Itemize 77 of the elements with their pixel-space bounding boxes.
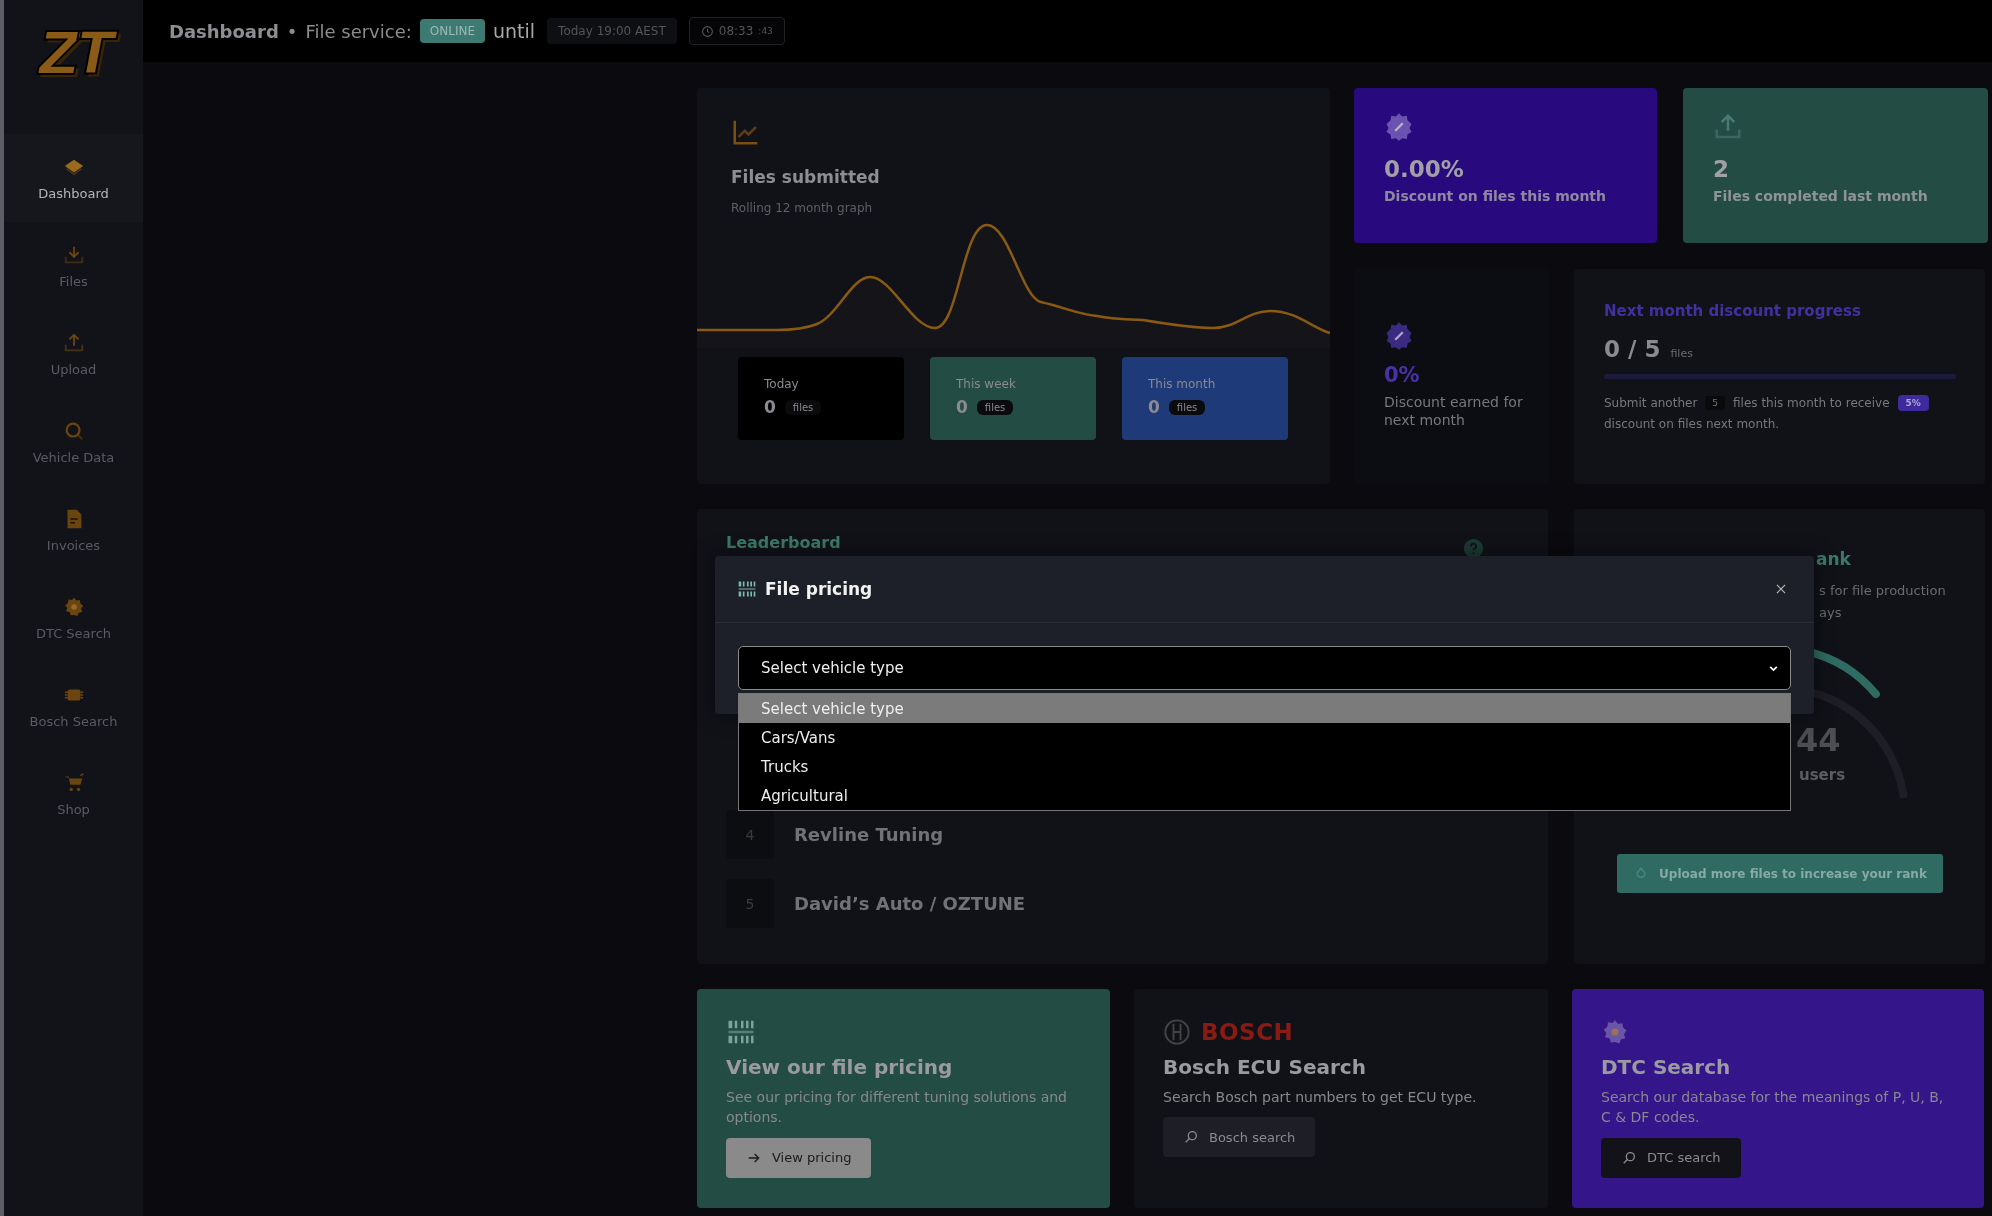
time-chip: Today 19:00 AEST — [547, 18, 677, 44]
rank-unit: users — [1799, 766, 1846, 784]
stat-value: 0.00% — [1384, 156, 1465, 182]
rank-value: 44 — [1796, 721, 1841, 759]
team-name: Revline Tuning — [794, 824, 944, 845]
separator-dot: • — [286, 20, 298, 42]
card-title: DTC Search — [1601, 1055, 1732, 1079]
stat-value: 0 — [764, 397, 776, 417]
sidebar-item[interactable]: Files — [4, 222, 143, 310]
gear-icon — [1601, 1018, 1629, 1046]
select-field[interactable]: Select vehicle type — [738, 646, 1791, 690]
card-description: See our pricing for different tuning solutions and options. — [726, 1088, 1068, 1128]
status-badge: ONLINE — [419, 19, 485, 43]
dropdown-option[interactable]: Trucks — [739, 752, 1790, 781]
stat-label: Discount on files this month — [1384, 188, 1607, 204]
sidebar-item[interactable]: Shop — [4, 750, 143, 838]
dropdown-option[interactable]: Select vehicle type — [739, 694, 1790, 723]
percent-badge: 5% — [1897, 395, 1929, 411]
search-icon — [1621, 1149, 1637, 1166]
service-label: File service: — [305, 20, 412, 42]
stat-label: Files completed last month — [1713, 188, 1929, 204]
clock-time: 08:33 — [718, 24, 754, 38]
sidebar-item[interactable]: Upload — [4, 310, 143, 398]
progress-count: 0 / 5 — [1604, 336, 1661, 362]
action-button[interactable]: Bosch search — [1163, 1117, 1316, 1158]
stat-label: Today — [764, 377, 800, 391]
sidebar-item[interactable]: DTC Search — [4, 574, 143, 662]
note-text: files this month to receive — [1733, 396, 1890, 410]
stat-value: 0 — [1148, 397, 1160, 417]
card-subtitle: Rolling 12 month graph — [731, 201, 874, 215]
upload-icon — [62, 331, 85, 354]
logo[interactable]: ZT — [30, 20, 117, 88]
badge-icon — [1384, 321, 1414, 351]
badge-icon — [1384, 112, 1414, 142]
sidebar-item[interactable]: Invoices — [4, 486, 143, 574]
sidebar-item[interactable]: Bosch Search — [4, 662, 143, 750]
unit-badge: files — [976, 399, 1014, 415]
count-badge: 5 — [1705, 396, 1726, 410]
clock-icon — [700, 24, 714, 38]
team-name: David’s Auto / OZTUNE — [794, 893, 1026, 914]
unit-badge: files — [784, 399, 822, 415]
discount-value: 0% — [1384, 363, 1421, 387]
progress-unit: files — [1670, 347, 1693, 360]
brand-name: BOSCH — [1201, 1019, 1294, 1045]
clock-seconds: :43 — [758, 26, 773, 36]
action-button[interactable]: View pricing — [726, 1137, 872, 1178]
modal-title: File pricing — [765, 579, 874, 599]
rank-subtitle: s for file production — [1819, 582, 1946, 600]
page-title: Dashboard — [169, 20, 279, 42]
card-title: Bosch ECU Search — [1163, 1055, 1367, 1079]
gear-icon — [62, 595, 85, 618]
card-description: Search our database for the meanings of P, U, B, C & DF codes. — [1601, 1088, 1945, 1128]
stat-value: 2 — [1713, 156, 1730, 182]
unit-badge: files — [1168, 399, 1206, 415]
progress-title: Next month discount progress — [1604, 302, 1862, 320]
discount-label: Discount earned for next month — [1384, 393, 1524, 430]
rank-subtitle: ays — [1819, 604, 1843, 622]
dropdown-option[interactable]: Agricultural — [739, 781, 1790, 810]
stat-label: This week — [956, 377, 1017, 391]
close-icon — [1774, 582, 1788, 596]
dropdown-option[interactable]: Cars/Vans — [739, 723, 1790, 752]
rank-title: ank — [1816, 549, 1851, 569]
pricing-icon — [737, 579, 757, 599]
action-button[interactable]: DTC search — [1601, 1137, 1741, 1178]
until-label: until — [493, 20, 536, 42]
card-description: Search Bosch part numbers to get ECU type. — [1163, 1088, 1478, 1107]
stat-value: 0 — [956, 397, 968, 417]
card-title: Files submitted — [731, 167, 881, 187]
bosch-logo-icon — [1163, 1018, 1191, 1046]
note-text: Submit another — [1604, 396, 1698, 410]
sidebar-item[interactable]: Vehicle Data — [4, 398, 143, 486]
sidebar-item[interactable]: Dashboard — [4, 134, 143, 222]
card-title: Leaderboard — [726, 533, 841, 552]
card-title: View our file pricing — [726, 1055, 954, 1079]
upload-more-button[interactable]: Upload more files to increase your rank — [1617, 854, 1943, 893]
stat-label: This month — [1148, 377, 1217, 391]
note-text: discount on files next month. — [1604, 417, 1780, 431]
